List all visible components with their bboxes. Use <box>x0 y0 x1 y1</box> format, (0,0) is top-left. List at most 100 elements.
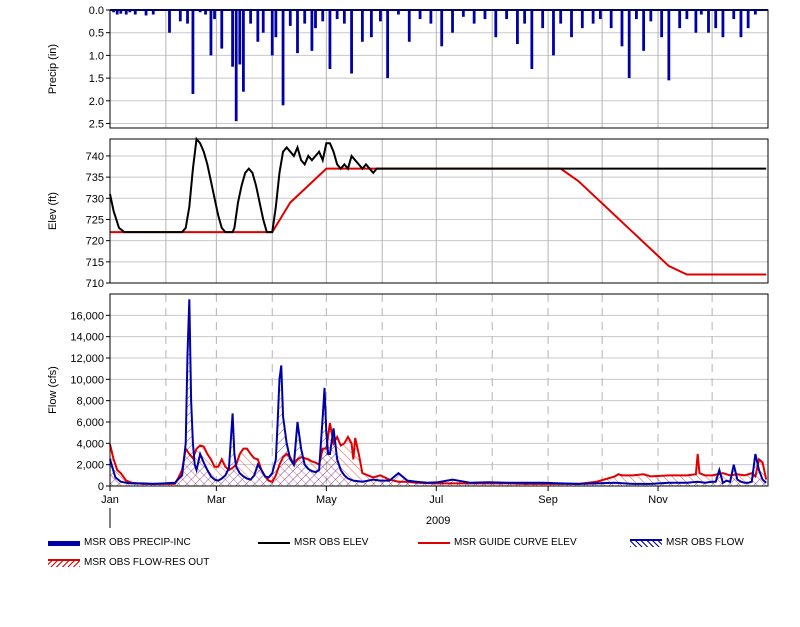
precip-bar <box>620 10 624 47</box>
precip-bar <box>360 10 364 42</box>
legend-label-guide: MSR GUIDE CURVE ELEV <box>454 537 577 548</box>
precip-bar <box>328 10 332 69</box>
precip-bar <box>714 10 718 29</box>
hydrograph-chart: 0.00.51.01.52.02.5Precip (in) 7107157207… <box>47 5 769 528</box>
elev-ytick-label: 735 <box>86 172 104 184</box>
precip-bar <box>660 10 664 38</box>
precip-bar <box>204 10 207 15</box>
precip-bar <box>209 10 213 56</box>
precip-bar <box>303 10 307 24</box>
precip-bar <box>186 10 189 24</box>
precip-bar <box>242 10 245 92</box>
flow-ylabel: Flow (cfs) <box>47 366 59 414</box>
precip-bar <box>627 10 631 79</box>
precip-bar <box>234 10 238 122</box>
flow-ytick-label: 12,000 <box>70 353 104 365</box>
precip-bar <box>310 10 314 51</box>
precip-bar <box>440 10 444 47</box>
flow-ytick-label: 4,000 <box>76 438 104 450</box>
precip-bar <box>451 10 454 33</box>
legend-item-flow: MSR OBS FLOW <box>630 536 744 550</box>
precip-bar <box>386 10 390 79</box>
precip-bar <box>516 10 519 45</box>
precip-bar <box>649 10 653 22</box>
precip-bar <box>721 10 725 38</box>
legend-swatch-flow <box>630 539 662 547</box>
precip-bar <box>231 10 234 67</box>
xtick-label: Nov <box>648 494 668 506</box>
precip-bar <box>472 10 476 24</box>
precip-bar <box>379 10 382 22</box>
precip-panel: 0.0 0.5 1.0 1.5 2.0 2.5 Precip (in) <box>47 5 769 130</box>
precip-bar <box>552 10 555 56</box>
precip-bar <box>739 10 743 38</box>
precip-bar <box>397 10 400 15</box>
precip-bar <box>151 10 155 15</box>
legend-swatch-precip <box>48 540 80 546</box>
precip-bar <box>559 10 563 24</box>
legend-label-flow-res-out: MSR OBS FLOW-RES OUT <box>84 557 210 568</box>
precip-bar <box>505 10 509 20</box>
precip-bar <box>667 10 671 81</box>
precip-bar <box>270 10 274 56</box>
precip-bar <box>746 10 750 29</box>
precip-bar <box>220 10 224 49</box>
xtick-label: Mar <box>207 494 226 506</box>
precip-bar <box>249 10 253 24</box>
precip-bar <box>274 10 278 38</box>
precip-bar <box>369 10 373 38</box>
precip-bar <box>168 10 171 33</box>
precip-bar <box>483 10 487 20</box>
precip-bar <box>213 10 216 20</box>
flow-ytick-label: 14,000 <box>70 332 104 344</box>
legend-label-flow: MSR OBS FLOW <box>666 537 744 548</box>
precip-bar <box>530 10 534 69</box>
precip-ytick-label: 2.0 <box>89 96 104 108</box>
precip-bar <box>609 10 613 29</box>
year-label: 2009 <box>426 515 450 527</box>
xtick-label: Jul <box>429 494 443 506</box>
precip-bar <box>707 10 710 33</box>
precip-bar <box>635 10 638 20</box>
flow-ytick-label: 2,000 <box>76 460 104 472</box>
precip-bar <box>342 10 346 24</box>
precip-ytick-label: 1.5 <box>89 73 104 85</box>
precip-bar <box>461 10 465 17</box>
precip-bar <box>335 10 339 20</box>
precip-bar <box>178 10 182 22</box>
legend-item-elev: MSR OBS ELEV <box>258 536 368 550</box>
precip-ylabel: Precip (in) <box>47 44 59 94</box>
precip-bar <box>678 10 682 29</box>
precip-bar <box>418 10 422 20</box>
elev-ylabel: Elev (ft) <box>47 192 59 230</box>
xtick-label: May <box>316 494 337 506</box>
legend-item-guide: MSR GUIDE CURVE ELEV <box>418 536 577 550</box>
precip-bar <box>429 10 433 24</box>
precip-bar <box>732 10 736 20</box>
elev-ytick-label: 730 <box>86 193 104 205</box>
precip-bar <box>238 10 242 65</box>
precip-bar <box>144 10 148 16</box>
precip-bar <box>523 10 527 24</box>
elev-ytick-label: 720 <box>86 236 104 248</box>
legend-item-precip: MSR OBS PRECIP-INC <box>48 536 191 550</box>
precip-bar <box>115 10 119 15</box>
precip-bar <box>685 10 689 20</box>
precip-bar <box>314 10 317 29</box>
precip-bar <box>642 10 646 51</box>
precip-bar <box>494 10 498 38</box>
legend-swatch-flow-res-out <box>48 559 80 567</box>
precip-bar <box>753 10 757 15</box>
precip-bar <box>124 10 128 15</box>
precip-bar <box>694 10 698 33</box>
precip-bar <box>699 10 703 15</box>
precip-bar <box>288 10 292 26</box>
elev-ytick-label: 710 <box>86 278 104 290</box>
elev-ytick-label: 725 <box>86 214 104 226</box>
precip-bar <box>261 10 265 33</box>
precip-bar <box>350 10 353 74</box>
precip-bar <box>256 10 260 42</box>
precip-bar <box>591 10 595 24</box>
legend-swatch-guide <box>418 542 450 544</box>
flow-panel: 0 2,000 4,000 6,000 8,000 10,000 12,000 14,000 1… <box>47 293 769 493</box>
